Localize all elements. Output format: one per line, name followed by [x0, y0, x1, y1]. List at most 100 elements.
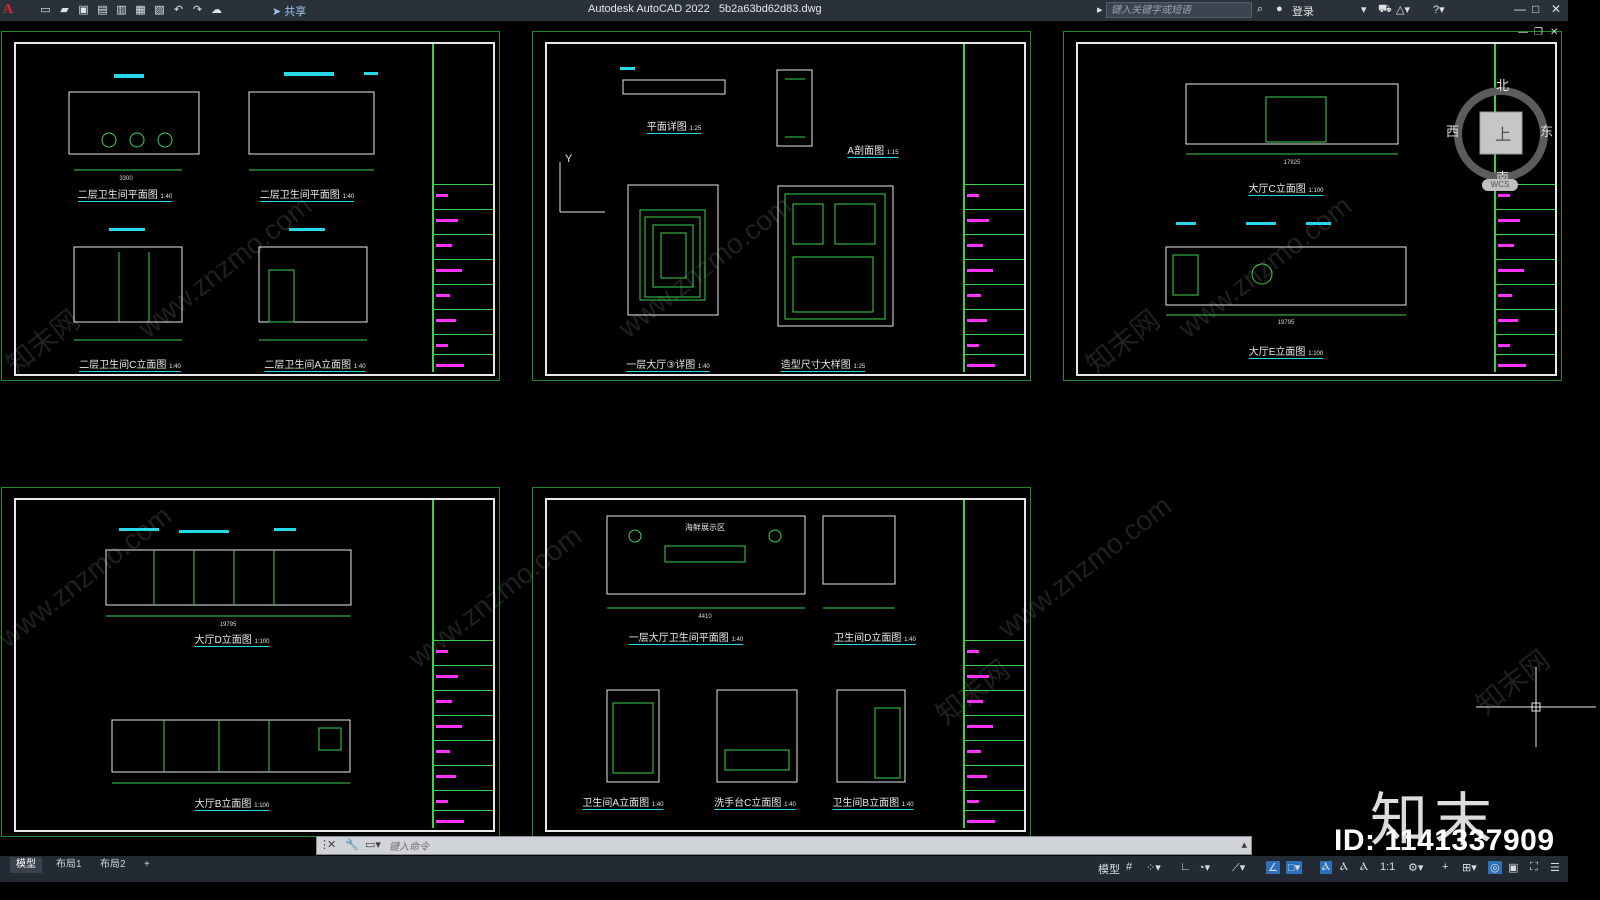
drawing-scale: 1:40 [784, 802, 796, 808]
drawing-scale: 1:40 [651, 802, 664, 808]
drawing-label: 二层卫生间A立面图 1:40 [264, 356, 365, 371]
hardware-acceleration-icon[interactable]: ▣ [1508, 861, 1518, 874]
drawing-label: 洗手台C立面图 1:40 [714, 794, 796, 809]
drawing-title: 一层大厅卫生间平面图 [628, 633, 729, 644]
viewcube-east[interactable]: 东 [1540, 121, 1553, 140]
crosshair-cursor-icon [1476, 667, 1596, 747]
search-icon[interactable]: ⌕ [1257, 3, 1263, 16]
user-icon[interactable]: ● [1276, 3, 1283, 15]
drawing-scale: 1:100 [1308, 188, 1324, 194]
new-icon[interactable]: ▭ [38, 3, 53, 17]
drawing-title: 卫生间D立面图 [834, 633, 902, 644]
plot-preview-icon[interactable]: ▦ [133, 3, 148, 17]
viewcube-north[interactable]: 北 [1496, 75, 1509, 94]
command-history-icon[interactable]: ▴ [1241, 838, 1247, 851]
viewcube-west[interactable]: 西 [1446, 121, 1459, 140]
drawing-sheet[interactable]: 19795 大厅D立面图 1:100 大厅B立面图 1:100 [1, 487, 500, 837]
command-close-icon[interactable]: ✕ [327, 838, 336, 851]
drawing-title: 大厅B立面图 [194, 799, 252, 810]
drawing-title: 二层卫生间平面图 [77, 190, 158, 201]
tab-layout1[interactable]: 布局1 [50, 857, 88, 873]
drawing-sheet[interactable]: Y 平面详图 1:25 A剖面图 1:15 一层大厅③详图 1:40 造型尺寸大… [532, 31, 1031, 381]
login-button[interactable]: 登录 [1292, 3, 1314, 19]
tab-layout2[interactable]: 布局2 [94, 857, 132, 873]
grid-icon[interactable]: # [1126, 861, 1132, 873]
customize-icon[interactable]: 🔧 [345, 838, 359, 851]
drawing-sheet[interactable]: 3300 二层卫生间平面图 1:40 二层卫生间平面图 1:40 二层卫生间C立… [1, 31, 500, 381]
polar-icon[interactable]: ◔▾ [1198, 861, 1210, 874]
drawing-label: 二层卫生间平面图 1:40 [78, 186, 172, 201]
command-line[interactable]: ⋮ ✕ 🔧 ▭▾ 键入命令 ▴ [316, 836, 1252, 855]
save-icon[interactable]: ▣ [76, 3, 91, 17]
publish-icon[interactable]: ▥ [114, 3, 129, 17]
recent-commands-icon[interactable]: ▭▾ [365, 838, 381, 851]
cart-icon[interactable]: ⛟ [1378, 3, 1392, 17]
drawing-label: 卫生间A立面图 1:40 [582, 794, 663, 809]
isodraft-icon[interactable]: ⟋▾ [1232, 861, 1245, 875]
tab-model[interactable]: 模型 [10, 857, 42, 873]
minimize-icon[interactable]: — [1514, 2, 1526, 16]
viewcube[interactable]: 北 南 西 东 上 [1446, 69, 1553, 185]
share-button[interactable]: ➤ 共享 [272, 3, 306, 19]
scale-dropdown[interactable]: 1:1 [1380, 861, 1395, 873]
viewport-close-icon[interactable]: ✕ [1550, 27, 1558, 38]
open-icon[interactable]: ▰ [57, 3, 72, 17]
autodesk-apps-icon[interactable]: △▾ [1396, 3, 1410, 16]
floor-plan-drawings: 3300 [68, 72, 378, 341]
drawing-scale: 1:40 [904, 637, 916, 643]
isolate-objects-icon[interactable]: ◎ [1488, 861, 1502, 874]
plot-icon[interactable]: ▧ [152, 3, 167, 17]
login-dropdown-icon[interactable]: ▾ [1361, 3, 1367, 16]
viewport-restore-icon[interactable]: ❐ [1534, 27, 1543, 38]
search-expand-icon[interactable]: ▸ [1097, 3, 1103, 16]
cloud-icon[interactable]: ☁ [209, 3, 224, 17]
autocad-logo-icon[interactable]: A [3, 2, 13, 18]
add-layout-button[interactable]: + [138, 857, 156, 873]
help-icon[interactable]: ?▾ [1433, 3, 1445, 16]
drawing-scale: 1:15 [886, 150, 899, 156]
drawing-scale: 1:40 [901, 802, 914, 808]
drawing-title: A剖面图 [847, 146, 885, 157]
drawing-label: 一层大厅卫生间平面图 1:40 [629, 629, 743, 644]
ucs-y-label: Y [565, 153, 573, 165]
object-snap-icon[interactable]: □▾ [1286, 861, 1303, 874]
title-bar: A ▭ ▰ ▣ ▤ ▥ ▦ ▧ ↶ ↷ ☁ ➤ 共享 Autodesk Auto… [0, 0, 1568, 21]
elevation-drawings: 19795 [105, 528, 352, 784]
annotation-monitor-icon[interactable]: + [1442, 861, 1448, 873]
workspace-gear-icon[interactable]: ⚙▾ [1408, 861, 1423, 874]
ortho-icon[interactable]: ∟ [1180, 861, 1191, 873]
drawing-title: 一层大厅③详图 [626, 360, 696, 371]
drawing-label: 卫生间B立面图 1:40 [832, 794, 913, 809]
undo-icon[interactable]: ↶ [171, 3, 186, 17]
annotation-scale-icon[interactable]: Ⲁ [1360, 861, 1368, 874]
maximize-icon[interactable]: □ [1532, 2, 1539, 16]
title-block [963, 44, 1024, 372]
model-space-button[interactable]: 模型 [1098, 861, 1120, 877]
drawing-scale: 1:25 [689, 126, 702, 132]
snap-icon[interactable]: ⁘▾ [1146, 861, 1161, 874]
app-name: Autodesk AutoCAD 2022 [588, 3, 710, 15]
status-bar: 模型 布局1 布局2 + 模型 # ⁘▾ ∟ ◔▾ ⟋▾ ∠ □▾ Ⲁ Ⲁ Ⲁ … [0, 856, 1568, 882]
annotation-visibility-icon[interactable]: Ⲁ [1320, 861, 1332, 874]
drawing-label: 大厅B立面图 1:100 [195, 795, 269, 810]
command-input[interactable]: 键入命令 [389, 838, 429, 853]
drawing-scale: 1:40 [342, 194, 355, 200]
wcs-menu[interactable]: WCS [1482, 179, 1518, 191]
drawing-scale: 1:40 [731, 637, 744, 643]
drawing-scale: 1:40 [160, 194, 173, 200]
auto-scale-icon[interactable]: Ⲁ [1340, 861, 1348, 874]
drawing-sheet[interactable]: 海鲜展示区 4410 一层大厅卫生间平面图 1:40 卫生间D立面图 1:40 … [532, 487, 1031, 837]
viewport-minimize-icon[interactable]: — [1518, 27, 1528, 38]
elevation-drawings: 17825 19795 [1165, 83, 1407, 326]
redo-icon[interactable]: ↷ [190, 3, 205, 17]
clean-screen-icon[interactable]: ⛶ [1530, 861, 1538, 874]
viewcube-top-face[interactable]: 上 [1495, 121, 1511, 145]
customization-menu-icon[interactable]: ☰ [1550, 861, 1560, 874]
search-input[interactable]: 键入关键字或短语 [1106, 2, 1252, 18]
saveas-icon[interactable]: ▤ [95, 3, 110, 17]
drawing-canvas[interactable]: www.znzmo.com www.znzmo.com www.znzmo.co… [0, 21, 1596, 856]
object-snap-tracking-icon[interactable]: ∠ [1266, 861, 1280, 874]
drawing-title: 洗手台C立面图 [714, 798, 782, 809]
units-icon[interactable]: ⊞▾ [1462, 861, 1477, 874]
close-icon[interactable]: ✕ [1551, 2, 1561, 16]
